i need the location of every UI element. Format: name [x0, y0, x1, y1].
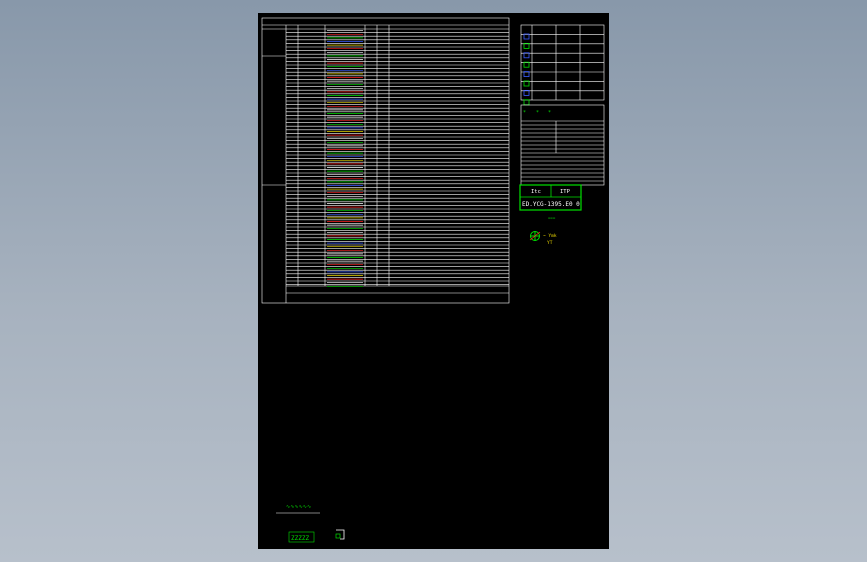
symbol-note-2: YT — [547, 240, 553, 246]
bottom-code-box: ZZZZZ — [288, 531, 315, 543]
legend-symbol-icon — [523, 52, 530, 59]
notes-table-rows — [521, 120, 604, 182]
title-block[interactable]: Itc ITP ED.YCG-1395.E0 0 — [519, 184, 582, 211]
electrical-symbol-icon — [529, 231, 541, 241]
legend-symbol-icon — [523, 33, 530, 40]
corner-marker-icon — [335, 529, 345, 540]
legend-symbol-icon — [523, 61, 530, 68]
drawing-canvas[interactable]: * * * Itc ITP ED.YCG-1395.E0 0 === ~ Ymk… — [258, 13, 609, 549]
symbol-note-1: ~ Ymk — [543, 233, 557, 239]
legend-symbol-icon — [523, 90, 530, 96]
legend-symbol-icon — [523, 71, 530, 77]
marker-1: * — [523, 110, 526, 116]
main-table-rows — [286, 28, 509, 285]
dash-label: === — [548, 215, 556, 220]
legend-table — [520, 24, 605, 101]
marker-3: * — [548, 110, 551, 116]
legend-symbols — [523, 33, 530, 106]
legend-symbol-icon — [523, 99, 530, 106]
title-block-header-right: ITP — [560, 189, 571, 195]
title-block-header-left: Itc — [531, 189, 541, 195]
legend-symbol-icon — [523, 80, 530, 87]
legend-table-rows — [521, 34, 604, 92]
main-table — [261, 17, 510, 304]
stamp-text: ∿∿∿∿∿∿ — [286, 504, 311, 510]
legend-symbol-icon — [523, 42, 530, 49]
drawing-code: ED.YCG-1395.E0 0 — [522, 201, 580, 208]
bottom-code: ZZZZZ — [291, 535, 309, 542]
cad-drawing-sheet[interactable]: * * * Itc ITP ED.YCG-1395.E0 0 === ~ Ymk… — [258, 13, 609, 549]
marker-2: * — [536, 110, 539, 116]
notes-table-markers: * * * — [523, 110, 551, 116]
main-table-frame — [261, 17, 510, 304]
notes-table — [520, 104, 605, 186]
